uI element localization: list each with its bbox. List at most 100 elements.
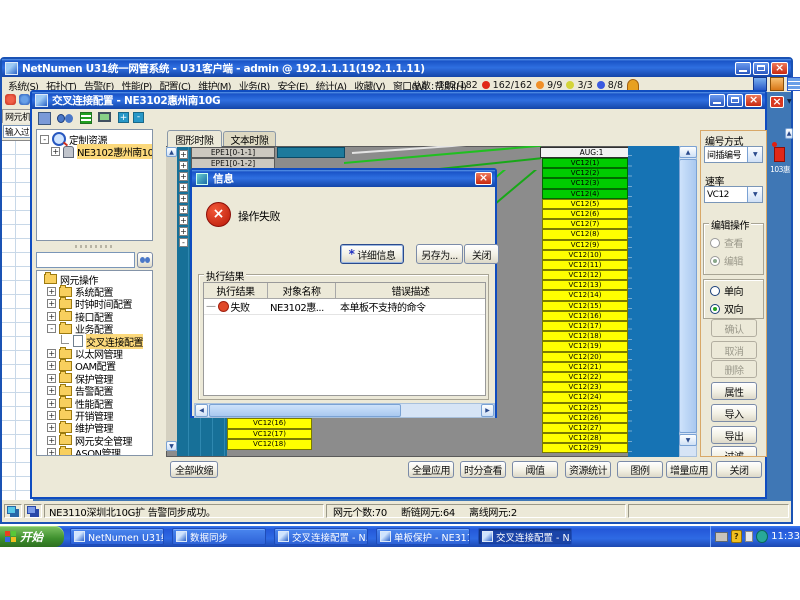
- expand-icon[interactable]: [47, 299, 56, 308]
- inner-minimize-button[interactable]: [709, 94, 725, 107]
- radio-2[interactable]: 单向: [710, 283, 743, 298]
- tray-printer-icon[interactable]: [715, 532, 728, 542]
- ne-node-icon[interactable]: [774, 147, 785, 162]
- tray-clock-icon[interactable]: [756, 530, 768, 543]
- legend-list-icon[interactable]: [80, 112, 92, 124]
- aug-slot-6[interactable]: VC12(6): [542, 209, 628, 219]
- tray-update-icon[interactable]: [745, 531, 753, 542]
- aug-slot-7[interactable]: VC12(7): [542, 219, 628, 229]
- aug-slot-15[interactable]: VC12(15): [542, 301, 628, 311]
- toolbar-blue-icon[interactable]: [19, 94, 30, 105]
- mdi-menu-arrow-icon[interactable]: [787, 98, 792, 105]
- tab-graphic-timeslot[interactable]: 图形时隙: [167, 130, 222, 147]
- taskbar-task-3[interactable]: 单板保护 - NE311...: [376, 528, 470, 545]
- chart-orange-icon[interactable]: [770, 77, 784, 91]
- aug-slot-14[interactable]: VC12(14): [542, 290, 628, 300]
- save-icon[interactable]: [38, 112, 51, 125]
- col-error[interactable]: 错误描述: [336, 283, 485, 298]
- aug-slot-5[interactable]: VC12(5): [542, 199, 628, 209]
- vscroll-thumb[interactable]: [679, 159, 697, 433]
- slot-collapse-icon[interactable]: [179, 238, 188, 247]
- collapse-icon[interactable]: [47, 324, 56, 333]
- bottom-button-2[interactable]: 阈值: [512, 461, 558, 478]
- ne-tree-tab[interactable]: 网元机: [2, 109, 33, 123]
- number-mode-select[interactable]: 间插编号: [704, 146, 763, 163]
- aug-slot-20[interactable]: VC12(20): [542, 352, 628, 362]
- zoom-out-icon[interactable]: -: [133, 112, 144, 123]
- aug-slot-18[interactable]: VC12(18): [542, 331, 628, 341]
- tree-search-button[interactable]: [137, 252, 153, 268]
- expand-icon[interactable]: [47, 386, 56, 395]
- radio-3[interactable]: 双向: [710, 301, 743, 316]
- canvas-left-scrollbar[interactable]: [166, 147, 177, 451]
- right-button-5[interactable]: 导出: [711, 426, 757, 444]
- bottom-button-4[interactable]: 图例: [617, 461, 663, 478]
- aug-slot-17[interactable]: VC12(17): [542, 321, 628, 331]
- result-table-row[interactable]: — 失败 NE3102惠... 本单板不支持的命令: [204, 299, 485, 315]
- monitor-icon[interactable]: [98, 112, 111, 122]
- taskbar-task-1[interactable]: 数据同步: [172, 528, 266, 545]
- expand-icon[interactable]: [47, 423, 56, 432]
- aug-slot-26[interactable]: VC12(26): [542, 413, 628, 423]
- taskbar-task-2[interactable]: 交叉连接配置 - N...: [274, 528, 368, 545]
- left-slot-0[interactable]: VC12(16): [227, 418, 312, 429]
- bottom-button-0[interactable]: 全量应用: [408, 461, 454, 478]
- zoom-in-icon[interactable]: +: [118, 112, 129, 123]
- radio-icon[interactable]: [710, 304, 720, 314]
- bottom-button-3[interactable]: 资源统计: [565, 461, 611, 478]
- bottom-button-6[interactable]: 关闭: [716, 461, 762, 478]
- status-net-icon-1[interactable]: [4, 504, 22, 518]
- right-button-4[interactable]: 导入: [711, 404, 757, 422]
- tree-splitter[interactable]: [36, 243, 153, 250]
- aug-slot-25[interactable]: VC12(25): [542, 403, 628, 413]
- aug-slot-21[interactable]: VC12(21): [542, 362, 628, 372]
- restore-button[interactable]: [753, 62, 769, 75]
- grid-blue-icon[interactable]: [787, 77, 800, 91]
- aug-slot-8[interactable]: VC12(8): [542, 229, 628, 239]
- slot-epe1[interactable]: EPE1[0-1-1]: [191, 147, 275, 158]
- cross-connect-title-bar[interactable]: 交叉连接配置 - NE3102惠州南10G: [32, 92, 765, 109]
- inner-close-button[interactable]: [745, 94, 762, 107]
- radio-icon[interactable]: [710, 286, 720, 296]
- aug-slot-1[interactable]: VC12(1): [542, 158, 628, 168]
- vscroll-up-icon[interactable]: [679, 146, 697, 158]
- expand-icon[interactable]: [47, 411, 56, 420]
- status-net-icon-2[interactable]: [24, 504, 42, 518]
- rate-select[interactable]: VC12: [704, 186, 763, 203]
- aug-slot-3[interactable]: VC12(3): [542, 178, 628, 188]
- row-expander-icon[interactable]: —: [206, 301, 216, 312]
- selected-slot-block[interactable]: [277, 147, 345, 158]
- expand-icon[interactable]: [47, 361, 56, 370]
- toolbar-red-icon[interactable]: [5, 94, 16, 105]
- tree-search-input[interactable]: [36, 252, 135, 268]
- expand-icon[interactable]: [47, 399, 56, 408]
- inner-maximize-button[interactable]: [727, 94, 743, 107]
- slot-expand-icon[interactable]: [179, 172, 188, 181]
- aug-slot-2[interactable]: VC12(2): [542, 168, 628, 178]
- right-button-6[interactable]: 过滤: [711, 446, 757, 457]
- taskbar-task-0[interactable]: NetNumen U31统一...: [70, 528, 164, 545]
- aug-slot-28[interactable]: VC12(28): [542, 433, 628, 443]
- aug-slot-22[interactable]: VC12(22): [542, 372, 628, 382]
- aug-slot-29[interactable]: VC12(29): [542, 443, 628, 453]
- dialog-hscrollbar[interactable]: [194, 403, 495, 418]
- mdi-scroll-up-icon[interactable]: [785, 128, 793, 139]
- right-button-3[interactable]: 属性: [711, 382, 757, 400]
- expand-icon[interactable]: [47, 374, 56, 383]
- col-object[interactable]: 对象名称: [268, 283, 336, 298]
- aug-slot-27[interactable]: VC12(27): [542, 423, 628, 433]
- hscroll-left-icon[interactable]: [195, 404, 208, 417]
- detail-info-button[interactable]: * 详细信息: [340, 244, 404, 264]
- tree-node-ne3102[interactable]: NE3102惠州南10G: [37, 145, 152, 157]
- canvas-scroll-up-icon[interactable]: [166, 147, 177, 157]
- binoculars-icon[interactable]: [57, 114, 65, 123]
- bottom-button-1[interactable]: 时分查看: [460, 461, 506, 478]
- aug-slot-13[interactable]: VC12(13): [542, 280, 628, 290]
- expand-icon[interactable]: [47, 349, 56, 358]
- expand-icon[interactable]: [47, 448, 56, 456]
- start-button[interactable]: 开始: [0, 526, 64, 547]
- aug-slot-23[interactable]: VC12(23): [542, 382, 628, 392]
- save-as-button[interactable]: 另存为...: [416, 244, 463, 264]
- dialog-close-action-button[interactable]: 关闭: [464, 244, 499, 264]
- aug-slot-16[interactable]: VC12(16): [542, 311, 628, 321]
